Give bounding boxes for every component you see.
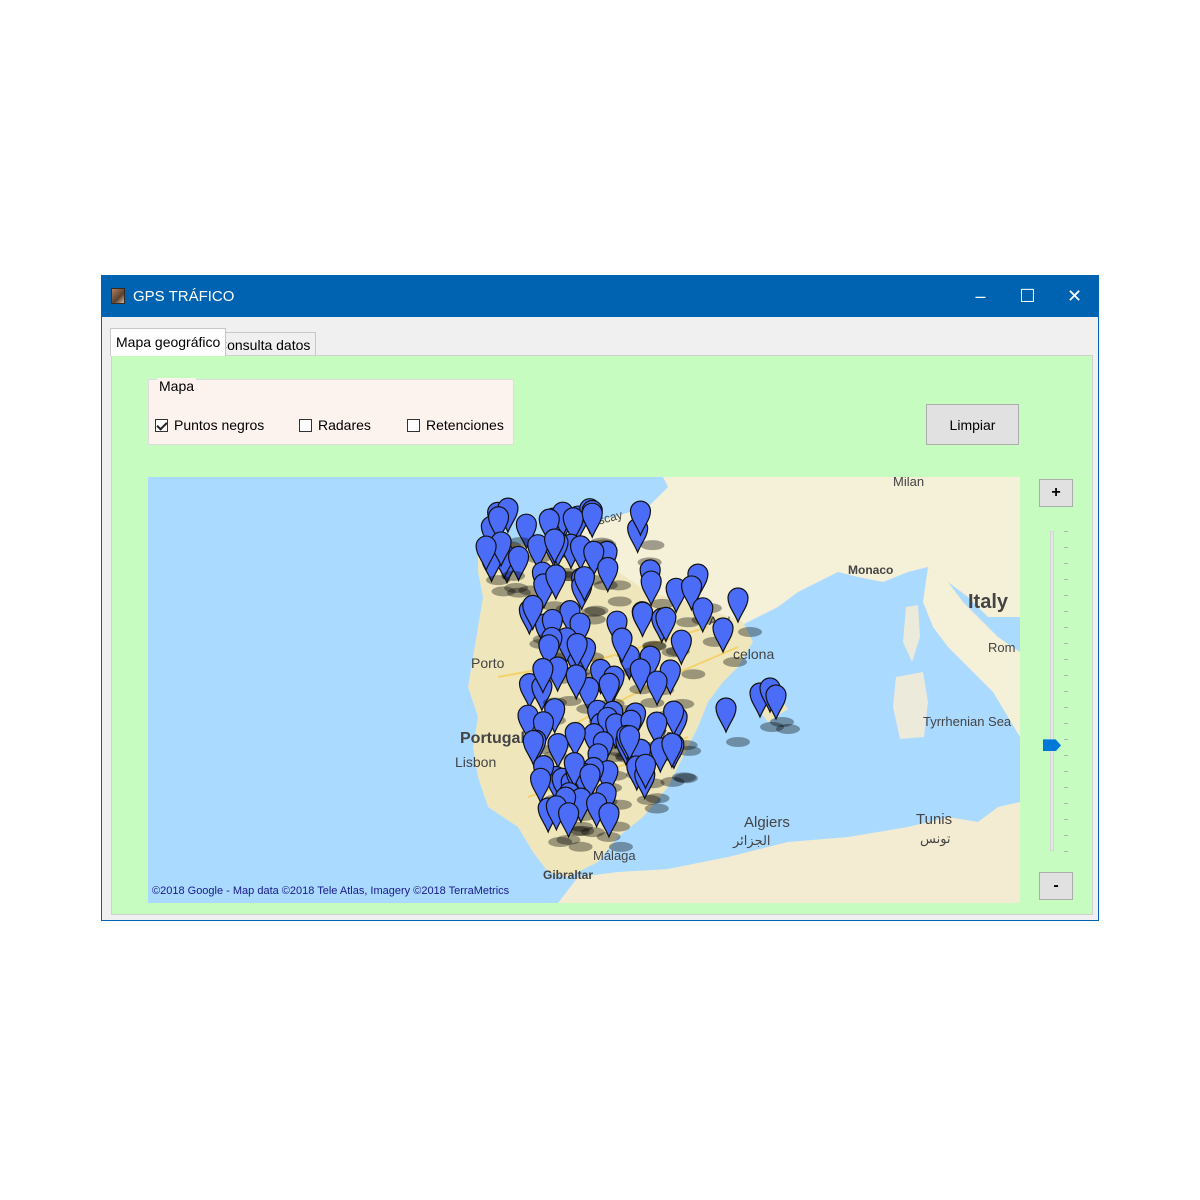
zoom-slider-thumb[interactable] xyxy=(1043,739,1061,752)
slider-tick xyxy=(1064,819,1068,820)
map-label-tyrrhenian: Tyrrhenian Sea xyxy=(923,714,1012,729)
map-label-lisbon: Lisbon xyxy=(455,754,496,770)
window-title: GPS TRÁFICO xyxy=(133,288,235,305)
marker-shadow xyxy=(723,657,747,667)
slider-tick xyxy=(1064,643,1068,644)
slider-tick xyxy=(1064,531,1068,532)
checkbox-label: Retenciones xyxy=(426,417,504,433)
checkbox-checked-icon[interactable] xyxy=(155,418,168,432)
slider-tick xyxy=(1064,611,1068,612)
maximize-button[interactable]: ☐ xyxy=(1004,276,1051,317)
map-pin-icon[interactable] xyxy=(715,697,737,734)
tab-panel: Mapa Puntos negros Radares Retenciones L… xyxy=(111,355,1093,915)
checkbox-puntos-negros[interactable]: Puntos negros xyxy=(155,417,264,433)
tab-mapa-geografico[interactable]: Mapa geográfico xyxy=(110,328,227,356)
marker-shadow xyxy=(681,669,706,680)
slider-tick xyxy=(1064,547,1068,548)
map-label-gibraltar: Gibraltar xyxy=(543,868,593,882)
zoom-slider-track[interactable] xyxy=(1050,531,1054,851)
marker-shadow xyxy=(776,724,800,734)
marker-shadow xyxy=(607,596,632,607)
checkbox-unchecked-icon[interactable] xyxy=(299,418,312,432)
map-label-tunis: Tunis xyxy=(916,811,952,828)
map-label-italy: Italy xyxy=(968,591,1009,613)
tab-consulta-datos[interactable]: Consulta datos xyxy=(211,332,317,356)
checkbox-label: Puntos negros xyxy=(174,417,265,433)
slider-tick xyxy=(1064,835,1068,836)
marker-shadow xyxy=(491,586,516,597)
slider-tick xyxy=(1064,707,1068,708)
map-copyright: ©2018 Google - Map data ©2018 Tele Atlas… xyxy=(152,885,510,897)
map-label-porto: Porto xyxy=(471,655,505,671)
marker-shadow xyxy=(584,605,609,616)
minimize-icon: – xyxy=(975,286,986,306)
checkbox-radares[interactable]: Radares xyxy=(299,417,371,433)
map-label-portugal: Portugal xyxy=(460,730,525,747)
checkbox-retenciones[interactable]: Retenciones xyxy=(407,417,504,433)
close-icon: ✕ xyxy=(1066,286,1083,306)
clear-button[interactable]: Limpiar xyxy=(926,404,1019,445)
tab-strip: Mapa geográfico Consulta datos xyxy=(108,326,1088,356)
checkbox-unchecked-icon[interactable] xyxy=(407,418,420,432)
marker-shadow xyxy=(645,793,670,804)
map-label-algiers: Algiers xyxy=(744,814,790,831)
land-corsica xyxy=(903,605,920,662)
group-title: Mapa xyxy=(157,378,197,394)
slider-tick xyxy=(1064,563,1068,564)
slider-tick xyxy=(1064,851,1068,852)
app-window: GPS TRÁFICO – ☐ ✕ Mapa geográfico Consul… xyxy=(101,275,1099,921)
map-options-group: Mapa Puntos negros Radares Retenciones xyxy=(148,378,514,445)
close-button[interactable]: ✕ xyxy=(1051,276,1098,317)
marker-shadow xyxy=(640,540,665,551)
zoom-in-button[interactable]: + xyxy=(1039,479,1073,507)
map-label-rome: Rom xyxy=(988,640,1015,655)
map-label-milan: Milan xyxy=(893,477,924,489)
slider-tick xyxy=(1064,627,1068,628)
app-icon xyxy=(111,288,125,304)
map-canvas: Milan Monaco Italy Rom Bay of Biscay Por… xyxy=(455,477,1020,903)
marker-shadow xyxy=(640,697,665,708)
slider-tick xyxy=(1064,675,1068,676)
slider-tick xyxy=(1064,803,1068,804)
marker-shadow xyxy=(486,575,511,586)
marker-shadow xyxy=(726,737,750,747)
marker-shadow xyxy=(644,803,669,814)
slider-tick xyxy=(1064,659,1068,660)
slider-tick xyxy=(1064,579,1068,580)
title-bar[interactable]: GPS TRÁFICO – ☐ ✕ xyxy=(102,276,1098,317)
marker-shadow xyxy=(608,841,633,852)
checkbox-label: Radares xyxy=(318,417,371,433)
minimize-button[interactable]: – xyxy=(957,276,1004,317)
marker-shadow xyxy=(738,627,762,637)
map-view[interactable]: Milan Monaco Italy Rom Bay of Biscay Por… xyxy=(148,477,1020,903)
marker-shadow xyxy=(671,772,696,783)
slider-tick xyxy=(1064,691,1068,692)
zoom-out-button[interactable]: - xyxy=(1039,872,1073,900)
slider-tick xyxy=(1064,723,1068,724)
slider-tick xyxy=(1064,787,1068,788)
slider-tick xyxy=(1064,595,1068,596)
slider-tick xyxy=(1064,739,1068,740)
slider-tick xyxy=(1064,755,1068,756)
map-label-tunis-ar: تونس xyxy=(920,831,951,847)
map-label-algiers-ar: الجزائر xyxy=(732,833,771,849)
map-label-monaco: Monaco xyxy=(848,563,893,577)
maximize-icon: ☐ xyxy=(1019,286,1036,306)
slider-tick xyxy=(1064,771,1068,772)
marker-shadow xyxy=(568,841,593,852)
